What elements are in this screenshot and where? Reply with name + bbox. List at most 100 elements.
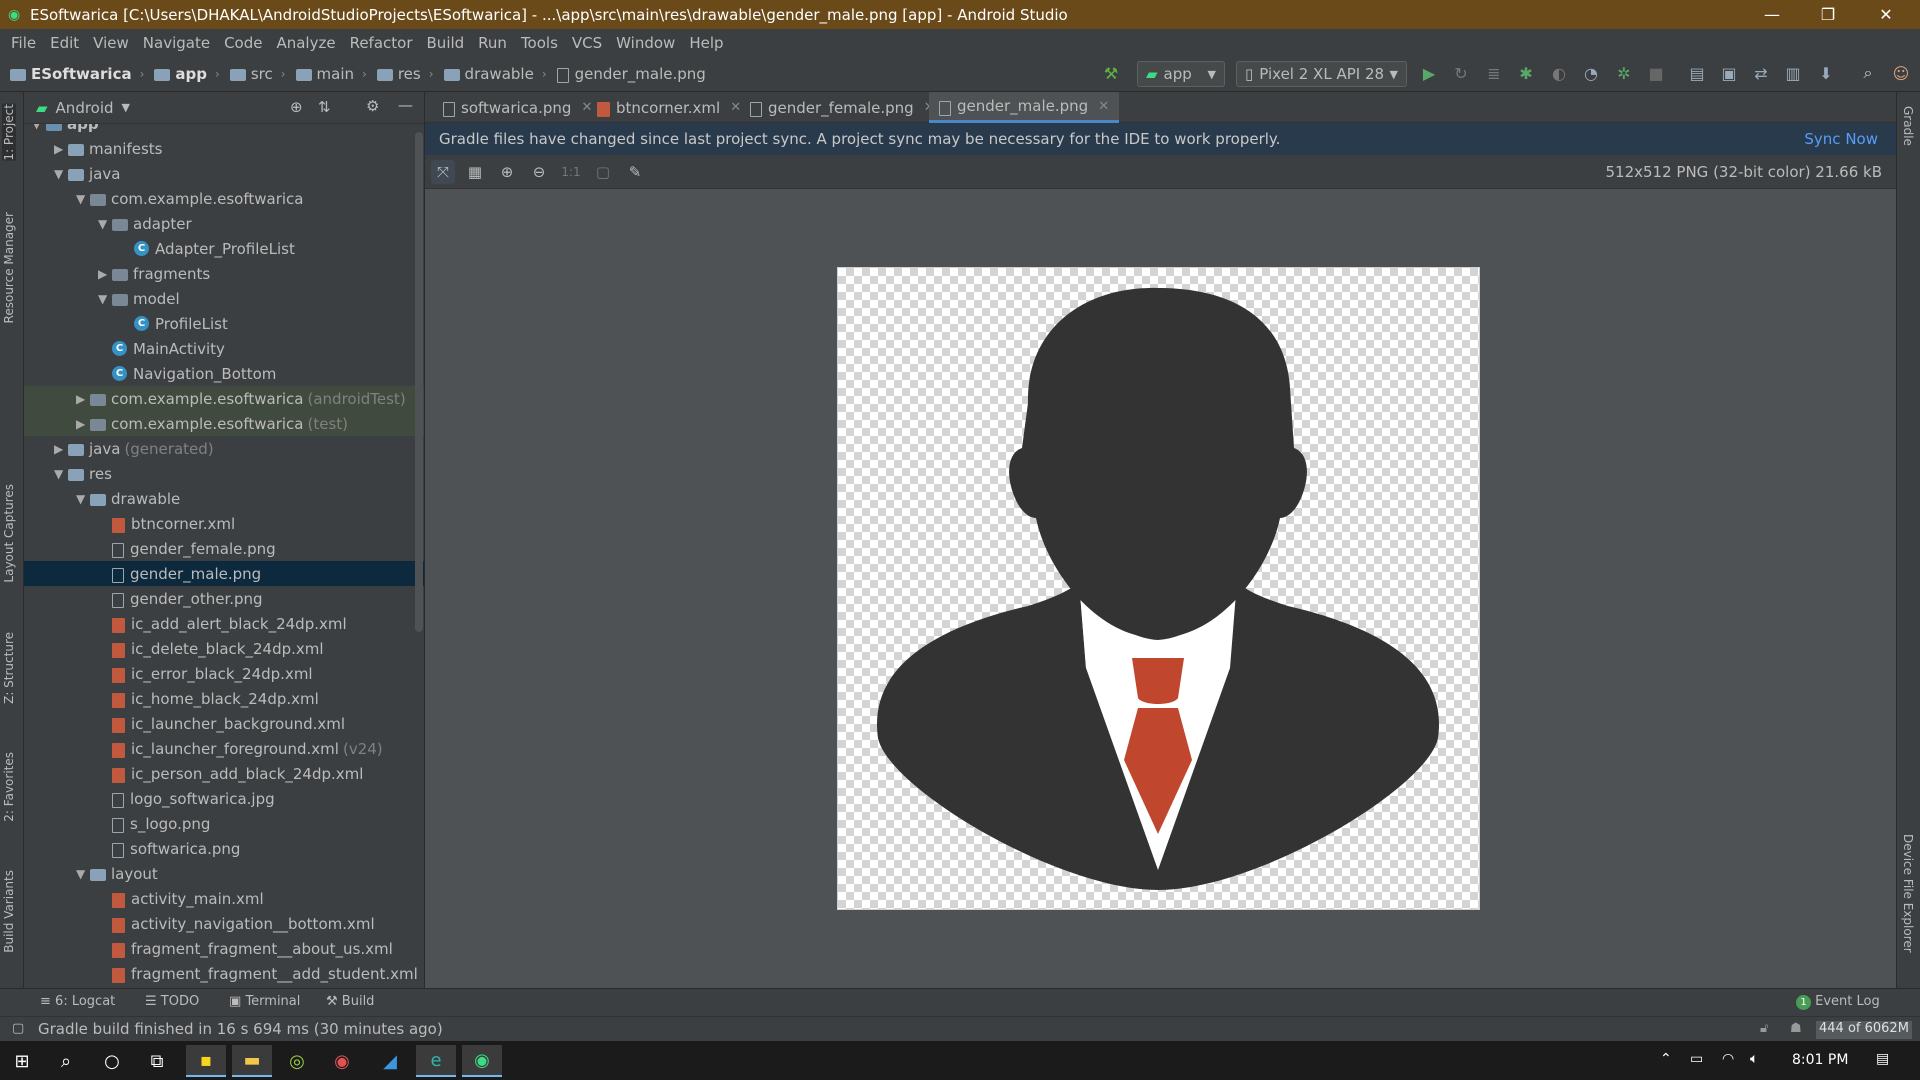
breadcrumb-app[interactable]: app › bbox=[154, 65, 220, 83]
menu-file[interactable]: File bbox=[4, 34, 43, 52]
chrome-canary-icon[interactable]: ◎ bbox=[277, 1045, 317, 1077]
project-tool-tab[interactable]: 1: Project bbox=[2, 104, 16, 161]
chevron-down-icon[interactable]: ▼ bbox=[32, 124, 46, 131]
coverage-icon[interactable]: ◐ bbox=[1548, 62, 1570, 84]
tree-item[interactable]: ic_home_black_24dp.xml bbox=[24, 686, 424, 711]
tab-softwarica-png[interactable]: softwarica.png ✕ bbox=[433, 92, 602, 123]
tree-item[interactable]: ic_delete_black_24dp.xml bbox=[24, 636, 424, 661]
project-view-select[interactable]: Android bbox=[56, 99, 114, 117]
close-button[interactable]: ✕ bbox=[1858, 0, 1914, 29]
resource-manager-tool-tab[interactable]: Resource Manager bbox=[2, 212, 16, 323]
notifications-icon[interactable]: ▤ bbox=[1876, 1051, 1889, 1067]
app-icon[interactable]: ◉ bbox=[322, 1045, 362, 1077]
tree-item[interactable]: ▼ model bbox=[24, 286, 424, 311]
menu-window[interactable]: Window bbox=[609, 34, 682, 52]
tree-item[interactable]: ▼ layout bbox=[24, 861, 424, 886]
cortana-icon[interactable]: ○ bbox=[92, 1045, 132, 1077]
tree-item[interactable]: gender_female.png bbox=[24, 536, 424, 561]
gradle-tool-tab[interactable]: Gradle bbox=[1901, 106, 1915, 146]
tree-item[interactable]: ic_add_alert_black_24dp.xml bbox=[24, 611, 424, 636]
chevron-down-icon[interactable]: ▼ bbox=[76, 492, 90, 506]
tree-item[interactable]: ▼ res bbox=[24, 461, 424, 486]
tree-item[interactable]: ▶ com.example.esoftwarica (test) bbox=[24, 411, 424, 436]
tree-item[interactable]: ic_person_add_black_24dp.xml bbox=[24, 761, 424, 786]
battery-icon[interactable]: ▭ bbox=[1690, 1051, 1703, 1067]
tree-item[interactable]: C ProfileList bbox=[24, 311, 424, 336]
breadcrumb-main[interactable]: main › bbox=[295, 65, 367, 83]
tree-item[interactable]: gender_male.png bbox=[24, 561, 424, 586]
tree-item[interactable]: ▼ java bbox=[24, 161, 424, 186]
collapse-all-icon[interactable]: ⇅ bbox=[318, 98, 331, 116]
tree-item[interactable]: C Navigation_Bottom bbox=[24, 361, 424, 386]
menu-code[interactable]: Code bbox=[217, 34, 269, 52]
zoom-out-icon[interactable]: ⊖ bbox=[527, 160, 551, 184]
tree-item[interactable]: ▼ com.example.esoftwarica bbox=[24, 186, 424, 211]
attach-debugger-icon[interactable]: ✲ bbox=[1613, 62, 1635, 84]
task-view-icon[interactable]: ⧉ bbox=[137, 1045, 177, 1077]
grid-icon[interactable]: ▦ bbox=[463, 160, 487, 184]
tree-item[interactable]: C MainActivity bbox=[24, 336, 424, 361]
tree-item[interactable]: activity_navigation__bottom.xml bbox=[24, 911, 424, 936]
scrollbar[interactable] bbox=[415, 132, 423, 632]
tree-item[interactable]: fragment_fragment__about_us.xml bbox=[24, 936, 424, 961]
chevron-right-icon[interactable]: ▶ bbox=[54, 142, 68, 156]
favorites-tool-tab[interactable]: 2: Favorites bbox=[2, 752, 16, 822]
device-file-explorer-tool-tab[interactable]: Device File Explorer bbox=[1901, 834, 1915, 953]
todo-tool-tab[interactable]: ☰ TODO bbox=[145, 994, 199, 1009]
tree-item[interactable]: ▼ drawable bbox=[24, 486, 424, 511]
toggle-tool-windows-icon[interactable]: ▢ bbox=[12, 1021, 24, 1036]
avatar[interactable]: ☺ bbox=[1890, 62, 1912, 84]
tree-item[interactable]: ▶ java (generated) bbox=[24, 436, 424, 461]
minimize-button[interactable]: — bbox=[1744, 0, 1800, 29]
tree-item[interactable]: ▼ app bbox=[24, 124, 424, 136]
menu-build[interactable]: Build bbox=[420, 34, 472, 52]
breadcrumb-src[interactable]: src › bbox=[229, 65, 286, 83]
project-structure-icon[interactable]: ▤ bbox=[1686, 62, 1708, 84]
vscode-icon[interactable]: ◢ bbox=[370, 1045, 410, 1077]
chevron-down-icon[interactable]: ▼ bbox=[54, 467, 68, 481]
debug-icon[interactable]: ✱ bbox=[1515, 62, 1537, 84]
wifi-icon[interactable]: ◠ bbox=[1722, 1051, 1734, 1067]
menu-edit[interactable]: Edit bbox=[43, 34, 86, 52]
zoom-to-fit-icon[interactable]: ⤧ bbox=[431, 160, 455, 184]
layout-inspector-icon[interactable]: ▣ bbox=[1718, 62, 1740, 84]
chessboard-icon[interactable]: ▢ bbox=[591, 160, 615, 184]
sync-gradle-icon[interactable]: ⇄ bbox=[1750, 62, 1772, 84]
inspector-icon[interactable]: ☗ bbox=[1790, 1021, 1802, 1036]
gear-icon[interactable]: ⚙ bbox=[366, 97, 379, 115]
status-message[interactable]: Gradle build finished in 16 s 694 ms (30… bbox=[38, 1020, 443, 1038]
event-log-tool-tab[interactable]: 1 Event Log bbox=[1796, 994, 1880, 1010]
lock-icon[interactable]: 🔓︎ bbox=[1760, 1021, 1768, 1036]
chevron-down-icon[interactable]: ▼ bbox=[76, 867, 90, 881]
logcat-tool-tab[interactable]: ≡ 6: Logcat bbox=[40, 994, 115, 1009]
restore-button[interactable]: ❐ bbox=[1800, 0, 1856, 29]
windows-start-icon[interactable]: ⊞ bbox=[2, 1045, 42, 1077]
chevron-down-icon[interactable]: ▼ bbox=[54, 167, 68, 181]
menu-navigate[interactable]: Navigate bbox=[136, 34, 217, 52]
tab-btncorner-xml[interactable]: btncorner.xml ✕ bbox=[587, 92, 751, 123]
tree-item[interactable]: ▶ com.example.esoftwarica (androidTest) bbox=[24, 386, 424, 411]
menu-analyze[interactable]: Analyze bbox=[269, 34, 342, 52]
breadcrumb-res[interactable]: res › bbox=[376, 65, 434, 83]
layout-captures-tool-tab[interactable]: Layout Captures bbox=[2, 484, 16, 583]
search-icon[interactable]: ⌕ bbox=[46, 1045, 86, 1077]
profile-icon[interactable]: ◔ bbox=[1580, 62, 1602, 84]
locate-icon[interactable]: ⊕ bbox=[290, 98, 303, 116]
tab-gender-male-png[interactable]: gender_male.png ✕ bbox=[929, 92, 1120, 123]
stop-icon[interactable]: ■ bbox=[1645, 62, 1667, 84]
menu-view[interactable]: View bbox=[86, 34, 136, 52]
breadcrumb-file[interactable]: gender_male.png bbox=[556, 65, 706, 83]
chevron-down-icon[interactable]: ▼ bbox=[76, 192, 90, 206]
search-icon[interactable]: ⌕ bbox=[1857, 62, 1879, 84]
edge-icon[interactable]: e bbox=[416, 1045, 456, 1077]
sync-now-link[interactable]: Sync Now bbox=[1804, 130, 1878, 148]
device-select[interactable]: ▯ Pixel 2 XL API 28 ▼ bbox=[1236, 61, 1407, 87]
volume-icon[interactable]: 🔈︎ bbox=[1750, 1051, 1758, 1067]
build-hammer-icon[interactable]: ⚒ bbox=[1100, 62, 1122, 84]
hide-icon[interactable]: — bbox=[398, 96, 413, 114]
tree-item[interactable]: activity_main.xml bbox=[24, 886, 424, 911]
run-icon[interactable]: ▶ bbox=[1418, 62, 1440, 84]
tree-item[interactable]: ic_error_black_24dp.xml bbox=[24, 661, 424, 686]
apply-changes-icon[interactable]: ↻ bbox=[1450, 62, 1472, 84]
sticky-notes-icon[interactable]: ▪ bbox=[186, 1045, 226, 1077]
